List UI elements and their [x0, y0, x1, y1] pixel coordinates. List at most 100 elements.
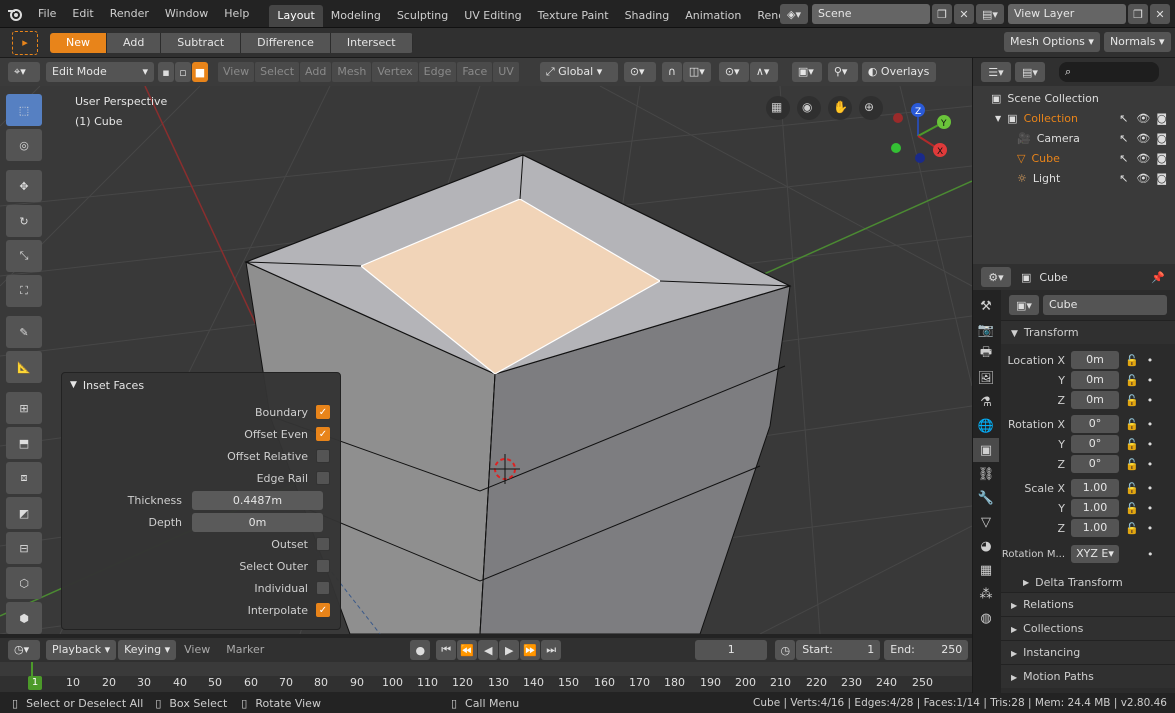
outliner-editor-icon[interactable]: ☰▾: [981, 62, 1011, 82]
timeline-ruler[interactable]: 1 10 20 30 40 50 60 70 80 90 100 110 120…: [0, 662, 972, 692]
menu-add[interactable]: Add: [300, 62, 332, 82]
option-offset-even[interactable]: Offset Even ✓: [62, 423, 340, 445]
outset-checkbox[interactable]: [316, 537, 330, 551]
scale-z-lock-icon[interactable]: 🔓: [1125, 522, 1139, 535]
face-select-icon[interactable]: ■: [192, 62, 208, 82]
cube-render-icon[interactable]: ◙: [1156, 152, 1167, 165]
marker-menu[interactable]: Marker: [218, 638, 272, 662]
camera-eye-icon[interactable]: 👁: [1136, 132, 1150, 145]
navigation-gizmo[interactable]: Z Y X: [891, 103, 951, 163]
light-render-icon[interactable]: ◙: [1156, 172, 1167, 185]
select-toggle-icon[interactable]: ↖: [1119, 112, 1128, 125]
menu-window[interactable]: Window: [157, 0, 216, 28]
mesh-options-dropdown[interactable]: Mesh Options ▾: [1004, 32, 1100, 52]
location-y-field[interactable]: 0m: [1071, 371, 1119, 389]
tab-modeling[interactable]: Modeling: [323, 5, 389, 27]
option-edge-rail[interactable]: Edge Rail: [62, 467, 340, 489]
move-icon[interactable]: ✥: [6, 170, 42, 202]
tab-shading[interactable]: Shading: [617, 5, 678, 27]
outliner-item-camera[interactable]: 🎥 Camera ↖ 👁 ◙: [973, 128, 1175, 148]
new-scene-icon[interactable]: ❐: [932, 4, 952, 24]
location-x-lock-icon[interactable]: 🔓: [1125, 354, 1139, 367]
menu-view[interactable]: View: [218, 62, 255, 82]
menu-face[interactable]: Face: [457, 62, 493, 82]
grid-view-icon[interactable]: ▦: [771, 100, 785, 114]
menu-render[interactable]: Render: [102, 0, 157, 28]
scale-z-field[interactable]: 1.00: [1071, 519, 1119, 537]
edge-rail-checkbox[interactable]: [316, 471, 330, 485]
camera-view-icon[interactable]: ◉: [802, 100, 816, 114]
rotation-z-lock-icon[interactable]: 🔓: [1125, 458, 1139, 471]
playback-menu[interactable]: Playback ▾: [46, 640, 117, 660]
properties-editor-icon[interactable]: ⚙▾: [981, 267, 1011, 287]
extrude-icon[interactable]: ⬒: [6, 427, 42, 459]
display-mode-icon[interactable]: ▤▾: [1015, 62, 1045, 82]
offset-relative-checkbox[interactable]: [316, 449, 330, 463]
location-z-lock-icon[interactable]: 🔓: [1125, 394, 1139, 407]
rotation-z-key-icon[interactable]: •: [1147, 458, 1154, 471]
scale-icon[interactable]: ⤡: [6, 240, 42, 272]
output-tab-icon[interactable]: 🖶: [973, 342, 999, 366]
location-y-lock-icon[interactable]: 🔓: [1125, 374, 1139, 387]
next-keyframe-icon[interactable]: ⏩: [520, 640, 541, 660]
scale-x-field[interactable]: 1.00: [1071, 479, 1119, 497]
transform-icon[interactable]: ⛶: [6, 275, 42, 307]
rotation-y-field[interactable]: 0°: [1071, 435, 1119, 453]
playhead[interactable]: [31, 662, 33, 676]
vertex-select-icon[interactable]: ▪: [158, 62, 174, 82]
scene-selector-icon[interactable]: ◈▾: [780, 4, 808, 24]
current-frame-field[interactable]: 1: [695, 640, 768, 660]
option-select-outer[interactable]: Select Outer: [62, 555, 340, 577]
camera-select-icon[interactable]: ↖: [1119, 132, 1128, 145]
bevel-icon[interactable]: ◩: [6, 497, 42, 529]
relations-panel-header[interactable]: ▶ Relations: [1001, 592, 1175, 616]
menu-file[interactable]: File: [30, 0, 64, 28]
menu-select[interactable]: Select: [255, 62, 300, 82]
annotate-icon[interactable]: ✎: [6, 316, 42, 348]
view-layer-icon[interactable]: ▤▾: [976, 4, 1004, 24]
poly-build-icon[interactable]: ⬢: [6, 602, 42, 634]
keying-menu[interactable]: Keying ▾: [118, 640, 177, 660]
scene-name-field[interactable]: Scene: [812, 4, 930, 24]
mode-add-button[interactable]: Add: [107, 32, 162, 53]
pan-hand-icon[interactable]: ✋: [833, 100, 848, 114]
scale-y-field[interactable]: 1.00: [1071, 499, 1119, 517]
mode-intersect-button[interactable]: Intersect: [330, 32, 413, 53]
collections-panel-header[interactable]: ▶ Collections: [1001, 616, 1175, 640]
material-tab-icon[interactable]: ◕: [973, 534, 999, 558]
select-box-icon[interactable]: ⬚: [6, 94, 42, 126]
render-tab-icon[interactable]: 📷: [973, 318, 999, 342]
world-tab-icon[interactable]: 🌐: [973, 414, 999, 438]
jump-end-icon[interactable]: ⏭: [541, 640, 562, 660]
tab-layout[interactable]: Layout: [269, 4, 323, 27]
pin-icon[interactable]: 📌: [1151, 271, 1165, 284]
menu-mesh[interactable]: Mesh: [332, 62, 372, 82]
view-layer-tab-icon[interactable]: 🖼: [973, 366, 999, 390]
pivot-point-icon[interactable]: ⊙▾: [623, 62, 656, 82]
tab-uv-editing[interactable]: UV Editing: [456, 5, 529, 27]
object-type-icon[interactable]: ▣▾: [1009, 295, 1039, 315]
snap-target-icon[interactable]: ◫▾: [682, 62, 711, 82]
location-x-field[interactable]: 0m: [1071, 351, 1119, 369]
render-icon[interactable]: ◙: [1156, 112, 1167, 125]
loop-cut-icon[interactable]: ⊟: [6, 532, 42, 564]
menu-edit[interactable]: Edit: [64, 0, 101, 28]
snap-icon[interactable]: ∩: [661, 62, 682, 82]
menu-edge[interactable]: Edge: [418, 62, 457, 82]
falloff-icon[interactable]: ∧▾: [749, 62, 778, 82]
scale-y-key-icon[interactable]: •: [1147, 502, 1154, 515]
overlays-button[interactable]: ◐ Overlays: [861, 62, 936, 82]
prev-keyframe-icon[interactable]: ⏪: [457, 640, 478, 660]
delete-scene-icon[interactable]: ✕: [954, 4, 974, 24]
end-frame-field[interactable]: End: 250: [884, 640, 969, 660]
constraint-tab-icon[interactable]: ⛓: [973, 462, 999, 486]
select-box-tool-icon[interactable]: ▸: [12, 30, 38, 55]
tab-texture-paint[interactable]: Texture Paint: [530, 5, 617, 27]
object-name-field[interactable]: Cube: [1043, 295, 1167, 315]
option-outset[interactable]: Outset: [62, 533, 340, 555]
instancing-panel-header[interactable]: ▶ Instancing: [1001, 640, 1175, 664]
inset-faces-header[interactable]: ▼ Inset Faces: [62, 373, 340, 397]
boundary-checkbox[interactable]: ✓: [316, 405, 330, 419]
viewport-visibility-icon[interactable]: ▣▾: [791, 62, 822, 82]
individual-checkbox[interactable]: [316, 581, 330, 595]
